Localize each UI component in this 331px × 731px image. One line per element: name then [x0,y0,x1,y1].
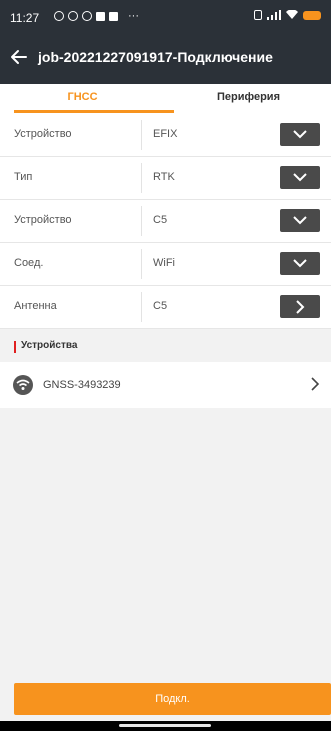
tab-bar: ГНСС Периферия [0,84,331,114]
wifi-icon [13,375,33,395]
system-nav-bar [0,721,331,731]
open-button[interactable] [280,295,320,318]
tab-peripherals[interactable]: Периферия [166,84,331,114]
device-list-item[interactable]: GNSS-3493239 [0,362,331,408]
setting-row-connection: Соед. WiFi [0,243,331,286]
setting-label: Антенна [14,300,57,312]
setting-row-model: Устройство C5 [0,200,331,243]
setting-label: Устройство [14,128,72,140]
setting-value[interactable]: C5 [153,214,167,226]
status-bar: 11:27 ··· [0,0,331,34]
wifi-status-icon [286,10,298,19]
chevron-down-icon [293,130,307,139]
notification-icon [109,11,118,21]
device-name: GNSS-3493239 [43,379,121,391]
setting-row-type: Тип RTK [0,157,331,200]
dropdown-button[interactable] [280,209,320,232]
setting-label: Соед. [14,257,44,269]
page-title: job-20221227091917-Подключение [38,49,273,65]
section-marker [14,341,16,353]
app-bar: 11:27 ··· job-20221227091917-Подключение [0,0,331,84]
section-title: Устройства [21,340,78,351]
notification-icon [96,11,105,21]
setting-label: Устройство [14,214,72,226]
wifi-icon-glyph [16,379,30,390]
setting-value[interactable]: C5 [153,300,167,312]
dropdown-button[interactable] [280,123,320,146]
setting-value[interactable]: WiFi [153,257,175,269]
divider [141,163,142,193]
setting-value[interactable]: EFIX [153,128,177,140]
dropdown-button[interactable] [280,252,320,275]
dropdown-button[interactable] [280,166,320,189]
setting-row-device: Устройство EFIX [0,114,331,157]
divider [141,292,142,322]
divider [141,120,142,150]
notification-icon [82,11,92,21]
title-row: job-20221227091917-Подключение [0,44,331,74]
setting-value[interactable]: RTK [153,171,175,183]
notification-icons: ··· [54,10,139,22]
divider [141,249,142,279]
connect-button[interactable]: Подкл. [14,683,331,715]
bluetooth-icon [254,10,262,20]
settings-list: Устройство EFIX Тип RTK Устройство C5 Со… [0,114,331,329]
setting-row-antenna: Антенна C5 [0,286,331,329]
setting-label: Тип [14,171,33,183]
chevron-down-icon [293,216,307,225]
more-notifications-icon: ··· [128,10,139,22]
chevron-right-icon [295,299,304,314]
signal-icon [267,10,281,20]
active-tab-indicator [14,110,174,113]
back-arrow-icon[interactable] [10,48,28,66]
status-time: 11:27 [10,11,40,25]
divider [141,206,142,236]
system-icons [254,10,321,20]
chevron-down-icon [293,259,307,268]
chevron-right-icon[interactable] [310,376,320,392]
notification-icon [68,11,78,21]
battery-icon [303,10,321,20]
chevron-down-icon [293,173,307,182]
home-indicator[interactable] [119,724,211,727]
devices-section-header: Устройства [0,333,331,360]
notification-icon [54,11,64,21]
